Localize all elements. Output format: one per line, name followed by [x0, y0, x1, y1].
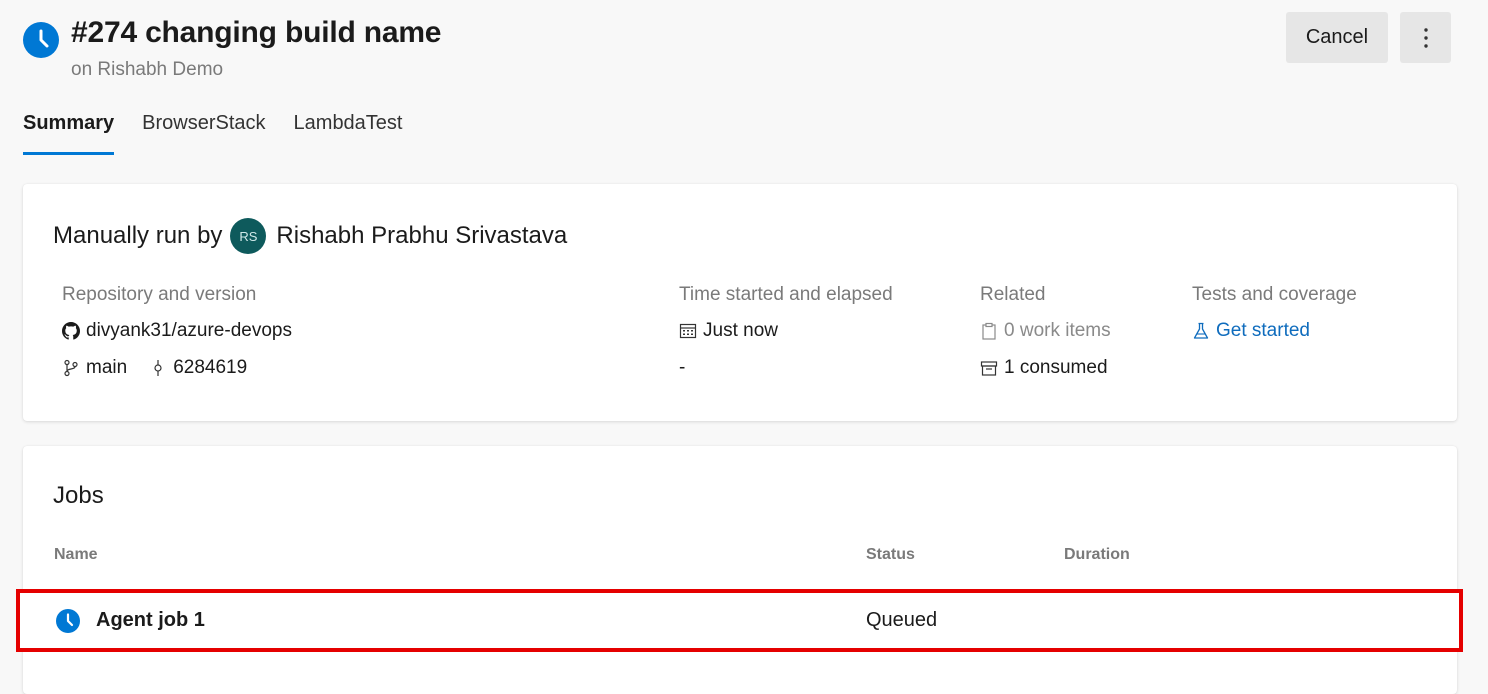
flask-icon [1192, 322, 1210, 340]
artifact-icon [980, 359, 998, 377]
calendar-icon [679, 322, 697, 340]
time-elapsed-row: - [679, 355, 893, 380]
branch-name[interactable]: main [86, 357, 127, 379]
job-status: Queued [866, 609, 938, 631]
time-label: Time started and elapsed [679, 284, 893, 305]
related-label: Related [980, 284, 1046, 305]
tests-row[interactable]: Get started [1192, 318, 1357, 343]
column-header-status[interactable]: Status [866, 546, 915, 564]
job-name[interactable]: Agent job 1 [96, 609, 205, 632]
more-vertical-icon [1423, 27, 1428, 48]
branch-icon [62, 359, 80, 377]
column-header-name[interactable]: Name [54, 546, 98, 564]
repository-name[interactable]: divyank31/azure-devops [86, 320, 292, 342]
repository-column: Repository and version divyank31/azure-d… [62, 284, 292, 392]
jobs-card: Jobs Name Status Duration [23, 446, 1457, 694]
avatar[interactable]: RS [230, 218, 267, 254]
table-row[interactable]: Agent job 1 Queued [16, 589, 1463, 652]
tab-summary[interactable]: Summary [23, 112, 115, 155]
commit-icon [149, 359, 167, 377]
clock-icon [56, 609, 80, 633]
commit-id[interactable]: 6284619 [173, 357, 247, 379]
column-header-duration[interactable]: Duration [1064, 546, 1130, 564]
repository-row[interactable]: divyank31/azure-devops [62, 318, 292, 343]
tab-bar: Summary BrowserStack LambdaTest [23, 112, 431, 155]
pipeline-subtitle: on Rishabh Demo [71, 59, 224, 80]
clock-icon [23, 22, 59, 58]
summary-card: Manually run by RS Rishabh Prabhu Srivas… [23, 184, 1457, 421]
work-items-count[interactable]: 0 work items [1004, 320, 1111, 342]
consumed-count[interactable]: 1 consumed [1004, 357, 1108, 379]
build-summary-page: #274 changing build name on Rishabh Demo… [0, 0, 1488, 694]
consumed-row[interactable]: 1 consumed [980, 355, 1111, 380]
tests-label: Tests and coverage [1192, 284, 1357, 305]
time-elapsed: - [679, 356, 686, 378]
repository-label: Repository and version [62, 284, 257, 305]
related-column: Related 0 work items 1 consumed [980, 284, 1111, 392]
tab-browserstack[interactable]: BrowserStack [142, 112, 265, 155]
tests-column: Tests and coverage Get started [1192, 284, 1357, 355]
version-row: main 6284619 [62, 355, 292, 380]
user-name[interactable]: Rishabh Prabhu Srivastava [276, 222, 567, 250]
more-options-button[interactable] [1400, 12, 1451, 63]
time-column: Time started and elapsed Just now - [679, 284, 893, 392]
tab-lambdatest[interactable]: LambdaTest [294, 112, 403, 155]
clipboard-icon [980, 322, 998, 340]
page-title: #274 changing build name [71, 16, 442, 49]
github-icon [62, 321, 80, 340]
time-started-row: Just now [679, 318, 893, 343]
run-by: Manually run by RS Rishabh Prabhu Srivas… [53, 218, 567, 254]
work-items-row[interactable]: 0 work items [980, 318, 1111, 343]
run-by-label: Manually run by [53, 222, 223, 249]
time-started: Just now [703, 319, 778, 341]
cancel-button[interactable]: Cancel [1286, 12, 1388, 63]
jobs-title: Jobs [53, 482, 104, 509]
get-started-link[interactable]: Get started [1216, 320, 1310, 342]
